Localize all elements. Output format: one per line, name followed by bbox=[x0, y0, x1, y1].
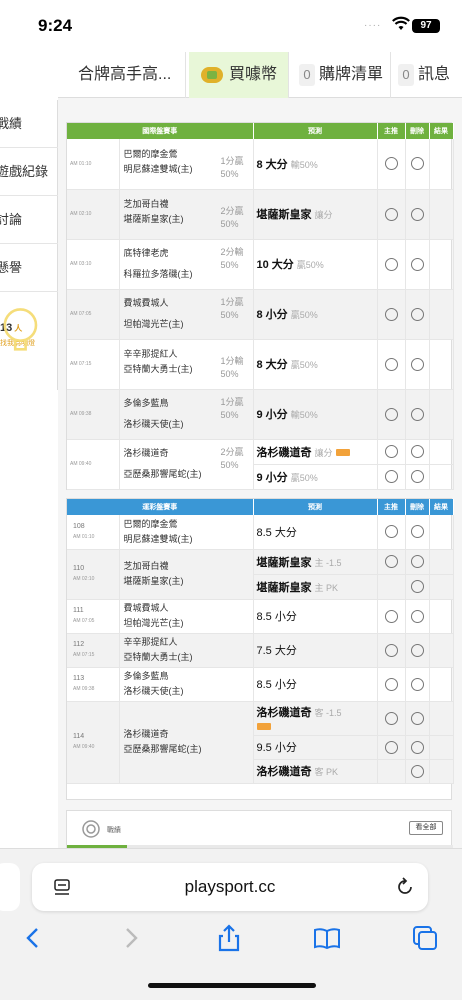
tab-purchase-list[interactable]: 0 購牌清單 bbox=[291, 52, 391, 98]
delete-radio[interactable] bbox=[410, 555, 424, 568]
hot-badge-icon bbox=[256, 722, 271, 730]
main-pick-radio[interactable] bbox=[384, 357, 398, 371]
main-pick-radio[interactable] bbox=[384, 307, 398, 321]
tabs-icon[interactable] bbox=[410, 923, 440, 953]
tab-profile[interactable]: 合牌高手高... bbox=[58, 52, 186, 98]
sidebar-item-game-history[interactable]: 遊戲紀錄 bbox=[0, 148, 58, 196]
main-pick-radio[interactable] bbox=[384, 677, 398, 691]
sidebar-item-record[interactable]: 戰績 bbox=[0, 100, 58, 148]
top-tab-bar: 合牌高手高... 買噱幣 0 購牌清單 0 訊息 bbox=[58, 52, 462, 98]
delete-radio[interactable] bbox=[410, 207, 424, 221]
delete-radio[interactable] bbox=[410, 764, 424, 778]
reload-icon[interactable] bbox=[394, 876, 416, 898]
share-icon[interactable] bbox=[214, 923, 244, 953]
table-row: AM 07:15 辛辛那提紅人 亞特蘭大勇士(主) 1分輸 50% 8 大分 贏50% bbox=[67, 339, 454, 390]
record-label: 戰績 bbox=[107, 827, 121, 834]
tab-buy-coins[interactable]: 買噱幣 bbox=[189, 52, 289, 98]
lottery-table: 運彩盤賽事 預測 主推 刪除 結果 108 AM 01:10 巴爾的摩金鶯 明尼蘇達… bbox=[67, 499, 454, 784]
main-pick-radio[interactable] bbox=[384, 711, 398, 725]
table-row: AM 01:10 巴爾的摩金鶯 明尼蘇達雙城(主) 1分贏 50% 8 大分 輸50% bbox=[67, 139, 454, 190]
lottery-table-panel: 運彩盤賽事 預測 主推 刪除 結果 108 AM 01:10 巴爾的摩金鶯 明尼蘇達… bbox=[66, 498, 454, 800]
table-row: AM 03:10 底特律老虎 科羅拉多落磯(主) 2分輸 50% 10 大分 贏50% bbox=[67, 239, 454, 290]
table-row: AM 09:38 多倫多藍鳥 洛杉磯天使(主) 1分贏 50% 9 小分 輸50% bbox=[67, 389, 454, 440]
lightbulb-icon bbox=[3, 308, 38, 351]
table-header: 國際盤賽事 預測 主推 刪除 結果 bbox=[67, 123, 454, 139]
delete-radio[interactable] bbox=[410, 643, 424, 657]
delete-radio[interactable] bbox=[410, 609, 424, 623]
signal-icon: ···· bbox=[364, 20, 382, 31]
table-row: AM 09:40 洛杉磯道奇 亞歷桑那響尾蛇(主) 2分贏 50% 洛杉磯道奇 讓分 bbox=[67, 439, 454, 490]
main-pick-radio[interactable] bbox=[384, 257, 398, 271]
wifi-icon bbox=[392, 16, 410, 30]
delete-radio[interactable] bbox=[410, 740, 424, 754]
delete-radio[interactable] bbox=[410, 470, 424, 483]
browser-toolbar: playsport.cc bbox=[0, 848, 462, 1000]
tab-label: 訊息 bbox=[418, 66, 451, 83]
table-row: 110 AM 02:10 芝加哥白襪 堪薩斯皇家(主) 堪薩斯皇家主 -1.5 bbox=[67, 549, 454, 600]
table-row: 111 AM 07:05 費城費城人 坦帕灣光芒(主) 8.5 小分 bbox=[67, 599, 454, 634]
url-text: playsport.cc bbox=[184, 877, 276, 896]
delete-radio[interactable] bbox=[410, 580, 424, 593]
forward-icon[interactable] bbox=[116, 923, 146, 953]
battery-icon: 97 bbox=[412, 19, 440, 33]
table-row: 112 AM 07:15 辛辛那提紅人 亞特蘭大勇士(主) 7.5 大分 bbox=[67, 633, 454, 668]
main-content: 國際盤賽事 預測 主推 刪除 結果 AM 01:10 巴爾的摩金鶯 明尼蘇達雙城(… bbox=[58, 98, 462, 848]
delete-radio[interactable] bbox=[410, 711, 424, 725]
main-pick-radio[interactable] bbox=[384, 740, 398, 754]
hot-badge-icon bbox=[335, 449, 350, 457]
view-all-button[interactable]: 看全部 bbox=[409, 821, 443, 835]
previous-tab-stub[interactable] bbox=[0, 863, 20, 911]
tab-messages[interactable]: 0 訊息 bbox=[394, 52, 462, 98]
back-icon[interactable] bbox=[18, 923, 48, 953]
status-bar: 9:24 ···· 97 bbox=[0, 0, 462, 52]
tab-label: 購牌清單 bbox=[319, 66, 384, 83]
delete-radio[interactable] bbox=[410, 357, 424, 371]
table-row: AM 02:10 芝加哥白襪 堪薩斯皇家(主) 2分贏 50% 堪薩斯皇家 讓分 bbox=[67, 189, 454, 240]
delete-radio[interactable] bbox=[410, 307, 424, 321]
home-indicator bbox=[148, 983, 316, 988]
tab-label: 買噱幣 bbox=[229, 66, 278, 83]
scroll-hint bbox=[288, 98, 438, 106]
main-pick-radio[interactable] bbox=[384, 609, 398, 623]
address-bar[interactable]: playsport.cc bbox=[32, 863, 428, 911]
tab-count: 0 bbox=[299, 63, 315, 86]
delete-radio[interactable] bbox=[410, 157, 424, 171]
main-pick-radio[interactable] bbox=[384, 643, 398, 657]
main-pick-radio[interactable] bbox=[384, 207, 398, 221]
delete-radio[interactable] bbox=[410, 257, 424, 271]
status-time: 9:24 bbox=[38, 16, 73, 35]
delete-radio[interactable] bbox=[410, 525, 424, 539]
record-panel: 戰績 看全部 bbox=[66, 810, 453, 848]
main-pick-radio[interactable] bbox=[384, 407, 398, 421]
tab-label: 合牌高手高... bbox=[78, 66, 172, 83]
coin-icon bbox=[201, 66, 223, 83]
table-row: 113 AM 09:38 多倫多藍鳥 洛杉磯天使(主) 8.5 小分 bbox=[67, 667, 454, 702]
intl-table: 國際盤賽事 預測 主推 刪除 結果 AM 01:10 巴爾的摩金鶯 明尼蘇達雙城(… bbox=[67, 123, 454, 490]
intl-table-panel: 國際盤賽事 預測 主推 刪除 結果 AM 01:10 巴爾的摩金鶯 明尼蘇達雙城(… bbox=[66, 122, 454, 490]
main-pick-radio[interactable] bbox=[384, 445, 398, 458]
delete-radio[interactable] bbox=[410, 677, 424, 691]
table-row: 108 AM 01:10 巴爾的摩金鶯 明尼蘇達雙城(主) 8.5 大分 bbox=[67, 515, 454, 550]
table-header: 運彩盤賽事 預測 主推 刪除 結果 bbox=[67, 499, 454, 515]
main-pick-radio[interactable] bbox=[384, 555, 398, 568]
tab-count: 0 bbox=[398, 63, 414, 86]
target-icon bbox=[82, 820, 100, 838]
bookmarks-icon[interactable] bbox=[312, 923, 342, 953]
sidebar: 戰績 遊戲紀錄 討論 懸譽 13人 找我為明燈 bbox=[0, 100, 58, 390]
table-row: AM 07:05 費城費城人 坦帕灣光芒(主) 1分贏 50% 8 小分 贏50% bbox=[67, 289, 454, 340]
delete-radio[interactable] bbox=[410, 445, 424, 458]
sidebar-item-discussion[interactable]: 討論 bbox=[0, 196, 58, 244]
main-pick-radio[interactable] bbox=[384, 470, 398, 483]
main-pick-radio[interactable] bbox=[384, 525, 398, 539]
delete-radio[interactable] bbox=[410, 407, 424, 421]
main-pick-radio[interactable] bbox=[384, 157, 398, 171]
table-row: 114 AM 09:40 洛杉磯道奇 亞歷桑那響尾蛇(主) 洛杉磯道奇客 -1.5 bbox=[67, 701, 454, 784]
sidebar-item-bounty[interactable]: 懸譽 bbox=[0, 244, 58, 292]
